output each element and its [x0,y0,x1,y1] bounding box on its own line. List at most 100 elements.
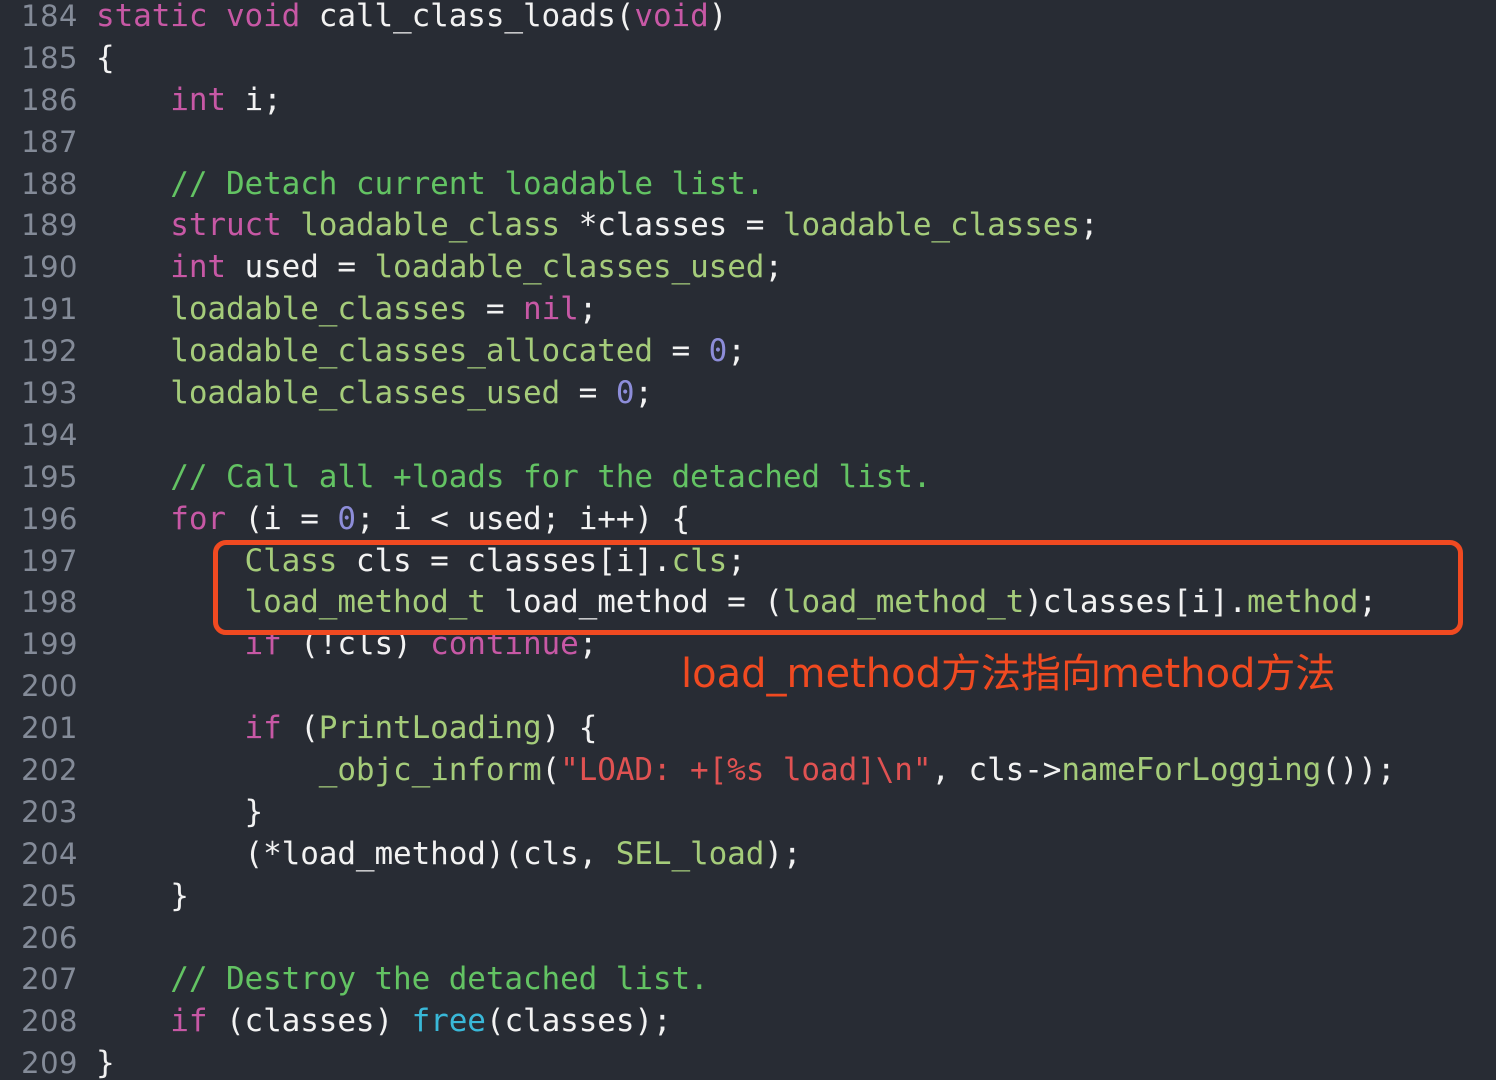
code-token-ident: Class [244,542,338,579]
code-line-source: (*load_method)(cls, SEL_load); [96,834,1496,876]
code-token-cmt: // Destroy the detached list. [170,961,709,998]
code-line[interactable]: 192 loadable_classes_allocated = 0; [0,331,1496,373]
code-token-key: continue [430,626,579,663]
code-line[interactable]: 191 loadable_classes = nil; [0,289,1496,331]
line-number: 203 [21,794,78,829]
code-token-plain: )classes[i]. [1024,584,1247,621]
code-token-plain: , cls-> [931,752,1062,789]
line-number: 195 [21,459,78,494]
line-number: 201 [21,711,78,746]
code-token-cmt: // Detach current loadable list. [170,165,765,202]
code-token-cmt: // Call all +loads for the detached list… [170,458,932,495]
code-token-plain: ; [578,291,598,328]
line-number: 196 [21,501,78,536]
code-line-source: if (PrintLoading) { [96,708,1496,750]
code-line[interactable]: 208 if (classes) free(classes); [0,1001,1496,1043]
code-token-key: struct [170,207,282,244]
code-line[interactable]: 201 if (PrintLoading) { [0,708,1496,750]
line-number: 186 [21,82,78,117]
code-lines-container[interactable]: 184 static void call_class_loads(void) 185… [0,0,1496,1080]
line-number: 208 [21,1004,78,1039]
code-token-plain: used = [225,249,375,286]
code-line[interactable]: 202 _objc_inform("LOAD: +[%s load]\n", c… [0,750,1496,792]
code-token-key: for [170,500,226,537]
code-token-key: void [225,0,319,34]
code-line-source: loadable_classes_used = 0; [96,373,1496,415]
line-number: 206 [21,920,78,955]
code-line[interactable]: 204 (*load_method)(cls, SEL_load); [0,834,1496,876]
code-line-source: _objc_inform("LOAD: +[%s load]\n", cls->… [96,750,1496,792]
code-token-ident: loadable_classes_allocated [170,333,653,370]
code-line[interactable]: 184 static void call_class_loads(void) [0,0,1496,38]
line-number: 190 [21,250,78,285]
line-number: 188 [21,166,78,201]
code-token-ident: nameForLogging [1061,752,1322,789]
code-token-plain: ; [727,333,746,370]
code-token-plain: *classes = [560,207,783,244]
code-line-source: // Detach current loadable list. [96,164,1496,206]
code-token-plain: call_class_loads( [318,0,635,34]
code-editor-viewport[interactable]: 184 static void call_class_loads(void) 185… [0,0,1496,1080]
code-token-ident: loadable_classes [170,291,468,328]
line-number: 187 [21,124,78,159]
code-line[interactable]: 198 load_method_t load_method = (load_me… [0,582,1496,624]
code-token-key: if [170,1003,208,1040]
code-token-num: 0 [615,375,635,412]
code-token-key: void [634,0,709,34]
code-line[interactable]: 196 for (i = 0; i < used; i++) { [0,499,1496,541]
code-line[interactable]: 194 [0,415,1496,457]
code-token-key: if [244,626,282,663]
code-line-source: loadable_classes_allocated = 0; [96,331,1496,373]
code-line[interactable]: 209} [0,1043,1496,1080]
code-token-ident: loadable_class [300,207,561,244]
code-token-plain: ; [764,249,783,286]
code-token-plain: ; [1079,207,1099,244]
line-number: 197 [21,543,78,578]
code-line-source: int used = loadable_classes_used; [96,247,1496,289]
code-token-plain: ; [634,375,653,412]
code-token-ident: cls [671,542,728,579]
code-line[interactable]: 193 loadable_classes_used = 0; [0,373,1496,415]
code-token-plain: i; [225,81,282,118]
code-token-plain: { [96,39,115,76]
code-token-plain: ) [708,0,728,34]
code-token-str: "LOAD: +[%s load]\n" [560,752,932,789]
code-line[interactable]: 203 } [0,792,1496,834]
code-line[interactable]: 188 // Detach current loadable list. [0,164,1496,206]
code-line[interactable]: 187 [0,122,1496,164]
code-line[interactable]: 190 int used = loadable_classes_used; [0,247,1496,289]
code-token-num: 0 [708,333,728,370]
code-line[interactable]: 197 Class cls = classes[i].cls; [0,541,1496,583]
code-line[interactable]: 186 int i; [0,80,1496,122]
code-line-source: static void call_class_loads(void) [96,0,1496,38]
code-token-plain: } [96,1045,115,1080]
code-line-source: // Destroy the detached list. [96,959,1496,1001]
code-line-source: Class cls = classes[i].cls; [96,541,1496,583]
code-line-source: loadable_classes = nil; [96,289,1496,331]
code-token-ident: loadable_classes_used [170,375,561,412]
code-line[interactable]: 189 struct loadable_class *classes = loa… [0,205,1496,247]
code-token-plain: cls = classes[i]. [337,542,672,579]
code-line[interactable]: 207 // Destroy the detached list. [0,959,1496,1001]
code-token-plain: ( [281,710,319,747]
code-token-key: nil [523,291,579,328]
annotation-note-text: load_method方法指向method方法 [681,651,1336,697]
code-line[interactable]: 185 { [0,38,1496,80]
code-line[interactable]: 205 } [0,876,1496,918]
code-line[interactable]: 195 // Call all +loads for the detached … [0,457,1496,499]
code-line-source: struct loadable_class *classes = loadabl… [96,205,1496,247]
code-line-source: int i; [96,80,1496,122]
code-line[interactable]: 206 [0,918,1496,960]
code-token-ident: method [1246,584,1359,621]
